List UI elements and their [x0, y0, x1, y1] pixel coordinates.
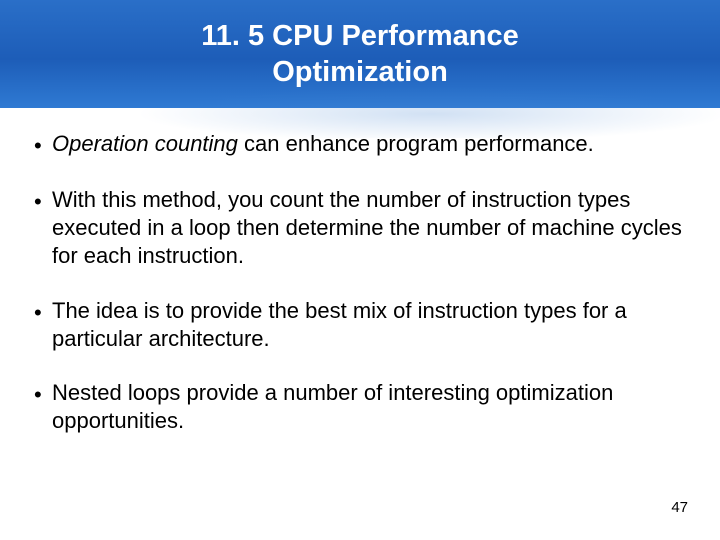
bullet-item: • With this method, you count the number…: [34, 186, 686, 270]
bullet-text: Nested loops provide a number of interes…: [52, 379, 686, 435]
slide-title-bar: 11. 5 CPU Performance Optimization: [0, 0, 720, 108]
bullet-text: Operation counting can enhance program p…: [52, 130, 686, 158]
slide-body: • Operation counting can enhance program…: [0, 108, 720, 435]
bullet-text: The idea is to provide the best mix of i…: [52, 297, 686, 353]
bullet-rest: With this method, you count the number o…: [52, 187, 682, 268]
slide-title-line1: 11. 5 CPU Performance: [201, 20, 519, 52]
bullet-text: With this method, you count the number o…: [52, 186, 686, 270]
bullet-dot-icon: •: [34, 130, 52, 160]
bullet-dot-icon: •: [34, 297, 52, 327]
bullet-rest: can enhance program performance.: [238, 131, 594, 156]
bullet-item: • Nested loops provide a number of inter…: [34, 379, 686, 435]
bullet-item: • Operation counting can enhance program…: [34, 130, 686, 160]
page-number: 47: [671, 499, 688, 516]
bullet-rest: Nested loops provide a number of interes…: [52, 380, 613, 433]
slide-title-line2: Optimization: [272, 56, 448, 88]
bullet-rest: The idea is to provide the best mix of i…: [52, 298, 627, 351]
bullet-dot-icon: •: [34, 379, 52, 409]
bullet-item: • The idea is to provide the best mix of…: [34, 297, 686, 353]
slide-title: 11. 5 CPU Performance Optimization: [201, 18, 519, 91]
bullet-dot-icon: •: [34, 186, 52, 216]
bullet-emphasis: Operation counting: [52, 131, 238, 156]
